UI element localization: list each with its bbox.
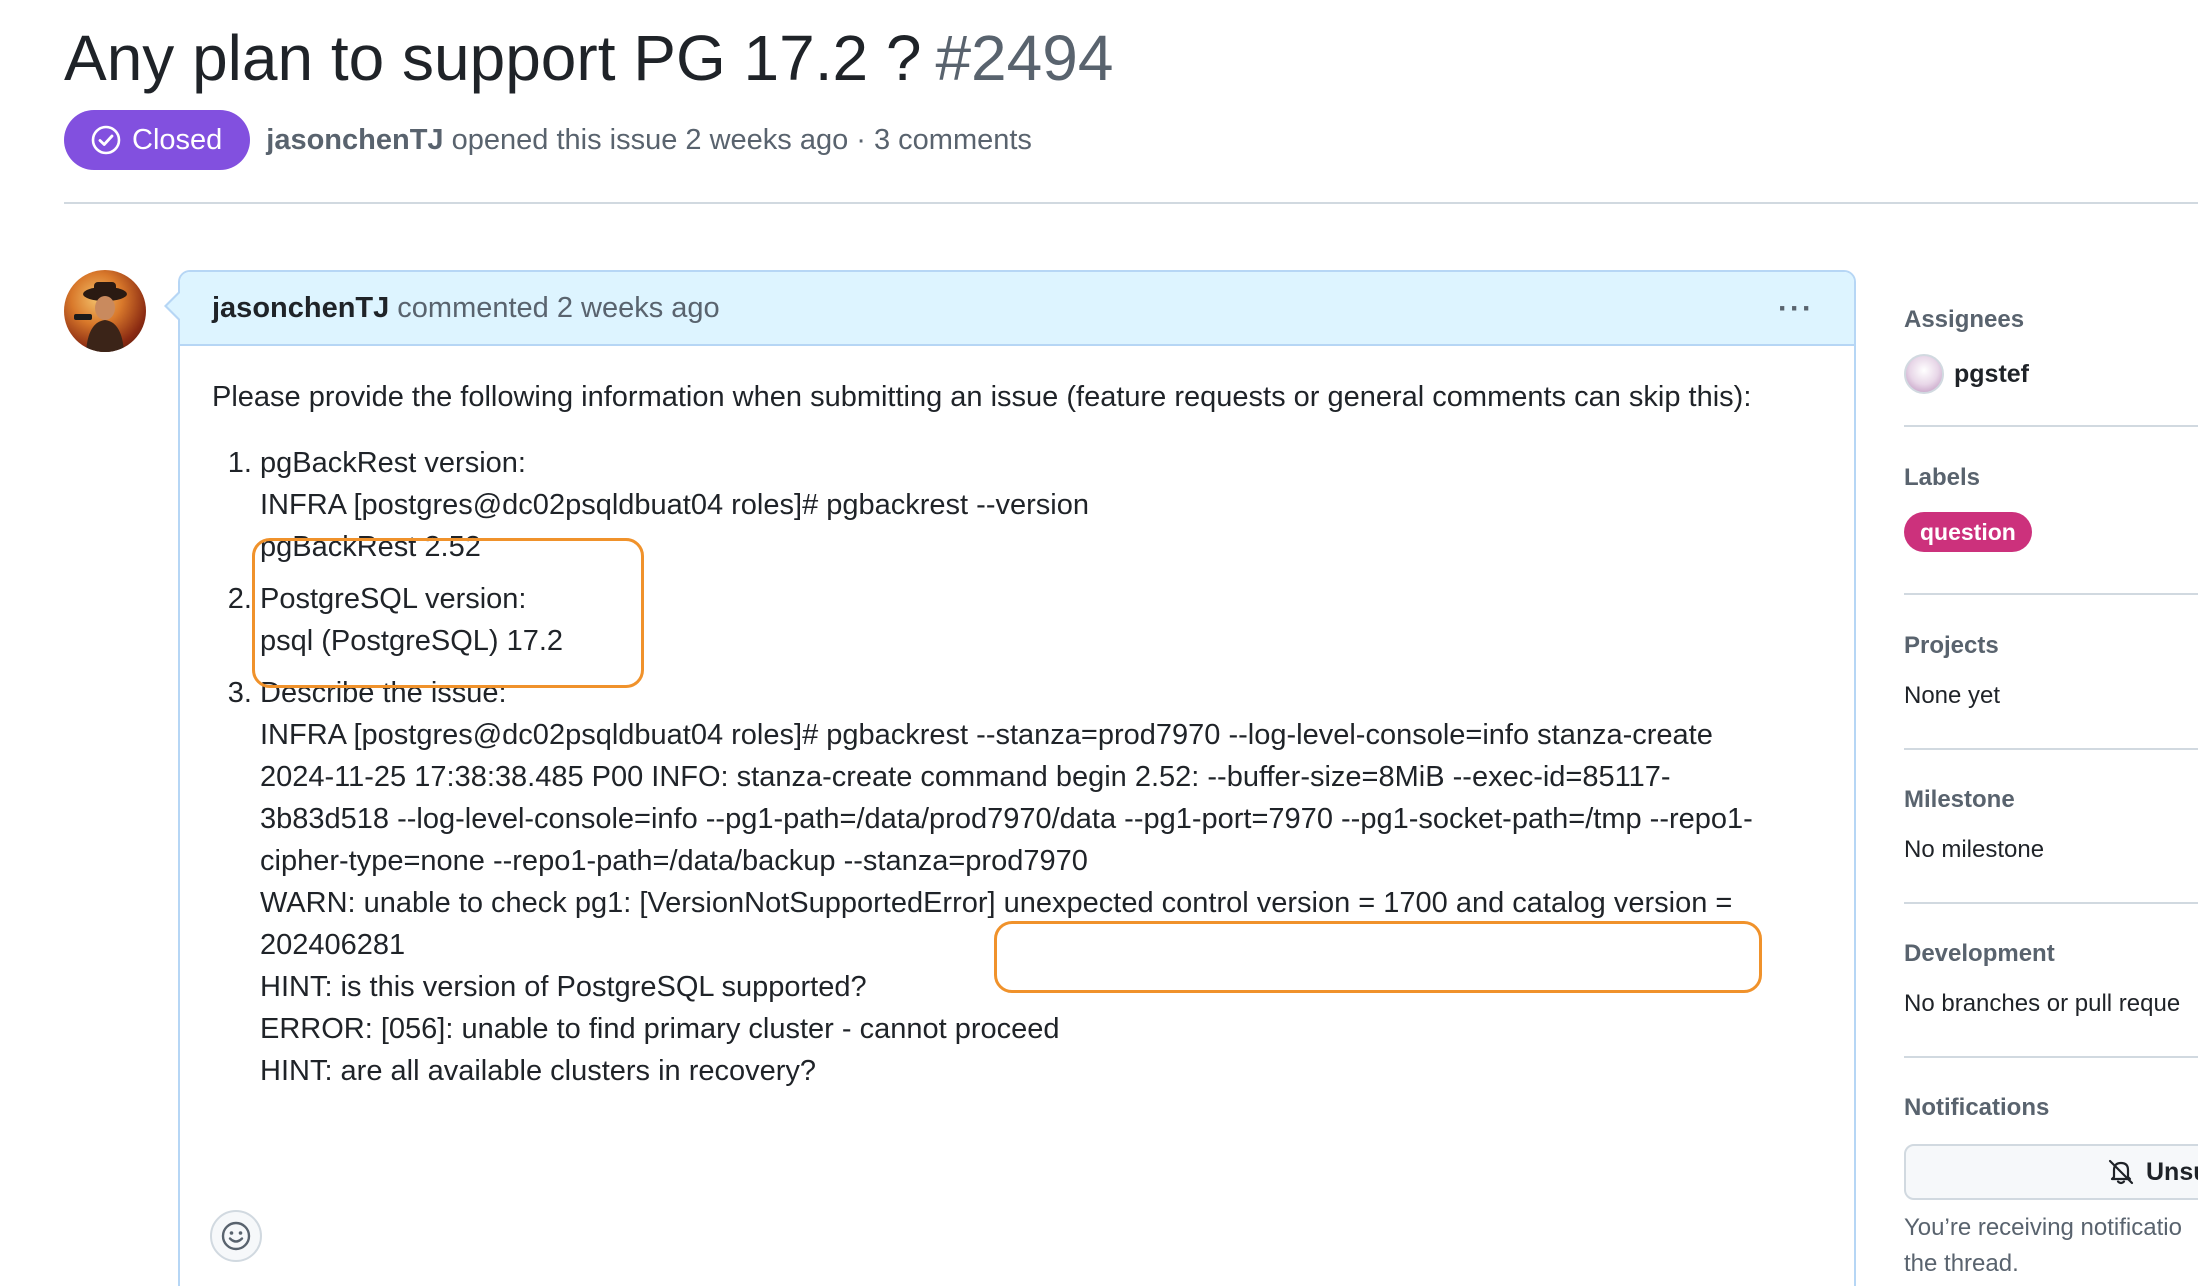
comment-intro: Please provide the following information… — [212, 381, 1752, 413]
issue-number: #2494 — [935, 22, 1114, 94]
sidebar-assignees: Assignees pgstef — [1904, 306, 2198, 394]
bell-slash-icon — [2108, 1159, 2134, 1185]
sidebar-divider — [1904, 593, 2198, 595]
sidebar-development: Development No branches or pull reque — [1904, 940, 2198, 1018]
list-item: Describe the issue: INFRA [postgres@dc02… — [260, 672, 1832, 1092]
sidebar-labels: Labels question — [1904, 464, 2198, 552]
list-item-line: cipher-type=none --repo1-path=/data/back… — [260, 845, 1088, 877]
assignee-item[interactable]: pgstef — [1904, 354, 2198, 394]
add-reaction-button[interactable] — [210, 1210, 262, 1262]
sidebar-notifications: Notifications Unsu You’re receiving noti… — [1904, 1094, 2198, 1282]
issue-meta: Closed jasonchenTJ opened this issue 2 w… — [64, 110, 1032, 170]
sidebar-milestone-title[interactable]: Milestone — [1904, 786, 2198, 814]
list-item-line: HINT: are all available clusters in reco… — [260, 1055, 817, 1087]
list-item-line: 3b83d518 --log-level-console=info --pg1-… — [260, 803, 1753, 835]
list-item-line: 2024-11-25 17:38:38.485 P00 INFO: stanza… — [260, 761, 1671, 793]
issue-opened-text: opened this issue 2 weeks ago · 3 commen… — [451, 123, 1032, 156]
comment-header: jasonchenTJ commented 2 weeks ago ··· — [180, 272, 1854, 346]
issue-closed-icon — [91, 125, 121, 155]
assignee-name: pgstef — [1954, 359, 2029, 388]
assignee-avatar — [1904, 354, 1944, 394]
sidebar-divider — [1904, 1056, 2198, 1058]
issue-title: Any plan to support PG 17.2 ? #2494 — [64, 18, 1113, 98]
sidebar-divider — [1904, 748, 2198, 750]
comment-author-link[interactable]: jasonchenTJ — [212, 292, 389, 325]
list-item-line: pgBackRest 2.52 — [260, 531, 481, 563]
sidebar-projects-value: None yet — [1904, 682, 2001, 709]
sidebar-labels-title[interactable]: Labels — [1904, 464, 2198, 492]
list-item-line: INFRA [postgres@dc02psqldbuat04 roles]# … — [260, 719, 1713, 751]
comment-menu-button[interactable]: ··· — [1778, 294, 1814, 324]
list-item-line: INFRA [postgres@dc02psqldbuat04 roles]# … — [260, 489, 1089, 521]
avatar[interactable] — [64, 270, 146, 352]
list-item: pgBackRest version: INFRA [postgres@dc02… — [260, 442, 1832, 568]
comment-list: pgBackRest version: INFRA [postgres@dc02… — [212, 442, 1832, 1092]
list-item-line: Describe the issue: — [260, 677, 507, 709]
list-item-line: psql (PostgreSQL) 17.2 — [260, 625, 564, 657]
comment-box: jasonchenTJ commented 2 weeks ago ··· Pl… — [178, 270, 1856, 1286]
comment-body: Please provide the following information… — [212, 376, 1832, 1124]
sidebar-development-value: No branches or pull reque — [1904, 990, 2181, 1017]
list-item-line: HINT: is this version of PostgreSQL supp… — [260, 971, 867, 1003]
notifications-note-line: You’re receiving notificatio — [1904, 1214, 2182, 1241]
issue-title-text: Any plan to support PG 17.2 ? — [64, 22, 922, 94]
sidebar-milestone-value: No milestone — [1904, 836, 2045, 863]
unsubscribe-label: Unsu — [2146, 1157, 2198, 1186]
sidebar-projects-title[interactable]: Projects — [1904, 632, 2198, 660]
list-item-line: PostgreSQL version: — [260, 583, 527, 615]
sidebar-milestone: Milestone No milestone — [1904, 786, 2198, 864]
comment-pointer-fill — [167, 292, 181, 320]
sidebar-notifications-title: Notifications — [1904, 1094, 2050, 1121]
smiley-icon — [221, 1221, 251, 1251]
sidebar-development-title[interactable]: Development — [1904, 940, 2198, 968]
notifications-note-line: the thread. — [1904, 1250, 2019, 1277]
comment-timestamp[interactable]: commented 2 weeks ago — [397, 292, 719, 325]
sidebar-divider — [1904, 902, 2198, 904]
issue-page: Any plan to support PG 17.2 ? #2494 Close… — [0, 0, 2198, 1286]
list-item-line: ERROR: [056]: unable to find primary clu… — [260, 1013, 1060, 1045]
sidebar-assignees-title[interactable]: Assignees — [1904, 306, 2198, 334]
state-label: Closed — [132, 123, 223, 156]
notifications-note: You’re receiving notificatio the thread. — [1904, 1210, 2198, 1282]
list-item: PostgreSQL version: psql (PostgreSQL) 17… — [260, 578, 1832, 662]
issue-author-link[interactable]: jasonchenTJ — [266, 124, 443, 156]
state-badge: Closed — [64, 110, 251, 170]
avatar-image — [74, 282, 127, 352]
list-item-line: 202406281 — [260, 929, 406, 961]
label-question[interactable]: question — [1904, 512, 2032, 552]
sidebar-projects: Projects None yet — [1904, 632, 2198, 710]
unsubscribe-button[interactable]: Unsu — [1904, 1144, 2198, 1200]
list-item-line: WARN: unable to check pg1: [VersionNotSu… — [260, 887, 1733, 919]
issue-opened-info: jasonchenTJ opened this issue 2 weeks ag… — [266, 124, 1032, 157]
sidebar-divider — [1904, 425, 2198, 427]
list-item-line: pgBackRest version: — [260, 447, 526, 479]
header-divider — [64, 202, 2198, 204]
